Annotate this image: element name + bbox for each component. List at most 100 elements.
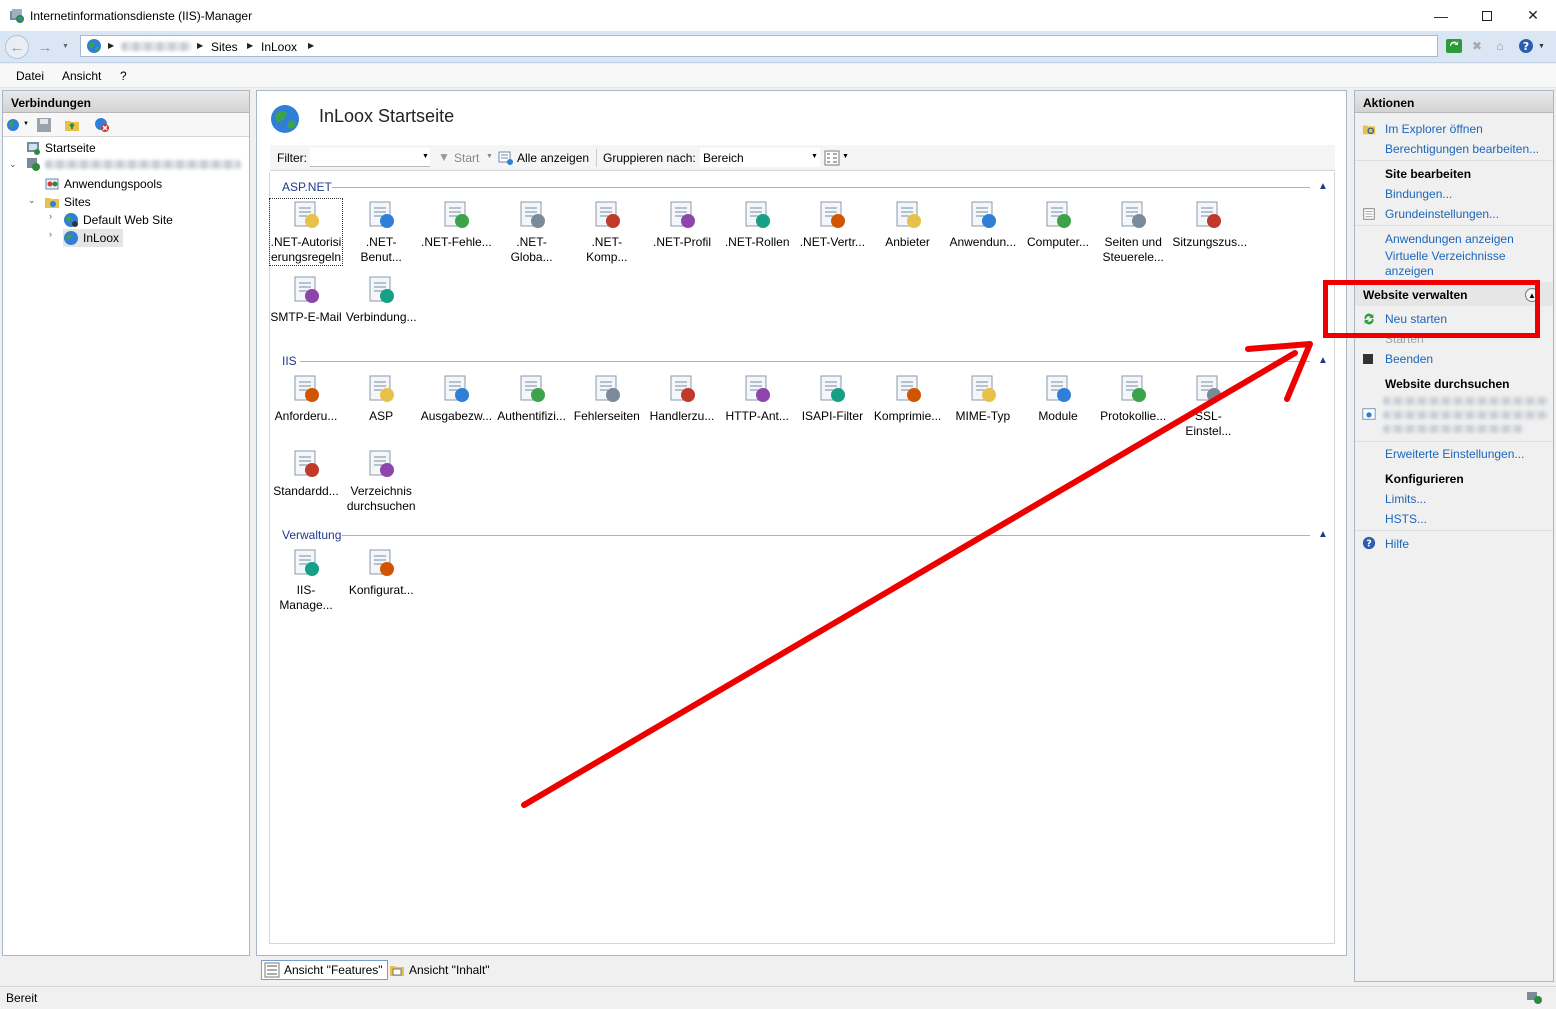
show-all-button[interactable]: Alle anzeigen xyxy=(517,151,589,165)
group-by-label: Gruppieren nach: xyxy=(603,151,696,165)
group-by-select[interactable]: Bereich ▼ xyxy=(700,148,820,167)
stop-button[interactable]: ✖ xyxy=(1467,36,1487,56)
action-explore[interactable]: Im Explorer öffnen xyxy=(1385,122,1483,136)
history-dropdown-icon[interactable]: ▼ xyxy=(62,43,69,50)
action-bindings[interactable]: Bindungen... xyxy=(1385,187,1452,201)
tree-item-app-pools[interactable]: Anwendungspools xyxy=(44,175,162,193)
refresh-button[interactable] xyxy=(1444,36,1464,56)
feature-tile[interactable]: ASP xyxy=(345,373,417,424)
save-icon[interactable] xyxy=(36,117,52,133)
feature-tile[interactable]: .NET-Benut... xyxy=(345,199,417,265)
feature-tile[interactable]: Module xyxy=(1022,373,1094,424)
start-filter-button[interactable]: Start xyxy=(454,151,479,165)
tree-item-inloox[interactable]: InLoox xyxy=(63,229,124,247)
action-view-vdirs[interactable]: Virtuelle Verzeichnisse xyxy=(1385,249,1506,263)
help-dropdown-icon[interactable]: ▼ xyxy=(1538,43,1545,50)
start-dropdown-icon[interactable]: ▼ xyxy=(486,153,493,160)
feature-label: .NET-Komp... xyxy=(586,235,628,264)
feature-tile[interactable]: Handlerzu... xyxy=(646,373,718,424)
feature-tile[interactable]: SSL-Einstel... xyxy=(1172,373,1244,439)
action-advanced-settings[interactable]: Erweiterte Einstellungen... xyxy=(1385,447,1524,461)
menu-ansicht[interactable]: Ansicht xyxy=(62,69,101,83)
view-mode-icon[interactable] xyxy=(824,150,840,166)
action-limits[interactable]: Limits... xyxy=(1385,492,1426,506)
feature-tile[interactable]: ISAPI-Filter xyxy=(796,373,868,424)
action-hsts[interactable]: HSTS... xyxy=(1385,512,1427,526)
minimize-button[interactable]: — xyxy=(1418,0,1464,31)
feature-tile[interactable]: Authentifizi... xyxy=(496,373,568,424)
address-field[interactable]: ▶ ▶ Sites ▶ InLoox ▶ xyxy=(80,35,1438,57)
action-view-apps[interactable]: Anwendungen anzeigen xyxy=(1385,232,1514,246)
back-button[interactable]: ← xyxy=(5,35,29,59)
feature-tile[interactable]: Standardd... xyxy=(270,448,342,499)
feature-tile[interactable]: HTTP-Ant... xyxy=(721,373,793,424)
tab-features-view[interactable]: Ansicht "Features" xyxy=(261,960,388,980)
crumb-inloox[interactable]: InLoox xyxy=(261,40,297,54)
feature-tile[interactable]: IIS-Manage... xyxy=(270,547,342,613)
filter-input[interactable] xyxy=(310,148,430,167)
feature-tile[interactable]: Fehlerseiten xyxy=(571,373,643,424)
browse-link-blurred[interactable] xyxy=(1383,397,1549,405)
feature-tile[interactable]: Anwendun... xyxy=(947,199,1019,250)
maximize-button[interactable] xyxy=(1464,0,1510,31)
feature-tile[interactable]: .NET-Fehle... xyxy=(420,199,492,250)
collapse-group-icon[interactable]: ▲ xyxy=(1318,529,1328,540)
tree-item-server[interactable] xyxy=(25,155,241,173)
feature-tile[interactable]: Verbindung... xyxy=(345,274,417,325)
action-stop[interactable]: Beenden xyxy=(1385,352,1433,366)
view-mode-dropdown-icon[interactable]: ▼ xyxy=(842,153,849,160)
menu-help[interactable]: ? xyxy=(120,69,127,83)
connect-dropdown-icon[interactable]: ▼ xyxy=(23,121,29,127)
action-permissions[interactable]: Berechtigungen bearbeiten... xyxy=(1385,142,1539,156)
forward-button[interactable]: → xyxy=(33,35,57,59)
feature-tile[interactable]: Komprimie... xyxy=(872,373,944,424)
collapse-group-icon[interactable]: ▲ xyxy=(1318,355,1328,366)
feature-tile[interactable]: Anbieter xyxy=(872,199,944,250)
crumb-server-blurred[interactable] xyxy=(121,42,191,51)
tree-expander-icon[interactable]: › xyxy=(49,229,52,239)
browse-link-blurred[interactable] xyxy=(1383,411,1549,419)
actions-separator xyxy=(1355,225,1553,226)
connect-icon[interactable] xyxy=(6,117,22,133)
tree-item-default-site[interactable]: Default Web Site xyxy=(63,211,173,229)
close-button[interactable]: ✕ xyxy=(1510,0,1556,31)
feature-tile[interactable]: .NET-Rollen xyxy=(721,199,793,250)
feature-tile[interactable]: Ausgabezw... xyxy=(420,373,492,424)
feature-tile[interactable]: Verzeichnis durchsuchen xyxy=(345,448,417,514)
actions-panel: Aktionen Im Explorer öffnen Berechtigung… xyxy=(1354,90,1554,982)
stop-icon xyxy=(1363,354,1373,364)
feature-tile[interactable]: .NET-Vertr... xyxy=(796,199,868,250)
feature-tile[interactable]: Protokollie... xyxy=(1097,373,1169,424)
feature-tile[interactable]: .NET-Profil xyxy=(646,199,718,250)
disconnect-icon[interactable] xyxy=(94,117,110,133)
tree-expander-icon[interactable]: ⌄ xyxy=(9,159,17,170)
feature-tile[interactable]: .NET-Globa... xyxy=(496,199,568,265)
up-folder-icon[interactable] xyxy=(64,117,80,133)
collapse-group-icon[interactable]: ▲ xyxy=(1318,181,1328,192)
action-basic-settings[interactable]: Grundeinstellungen... xyxy=(1385,207,1499,221)
browse-link-blurred[interactable] xyxy=(1383,425,1523,433)
tree-expander-icon[interactable]: ⌄ xyxy=(28,195,36,206)
feature-tile[interactable]: Computer... xyxy=(1022,199,1094,250)
feature-label: Anforderu... xyxy=(274,409,338,423)
feature-tile[interactable]: Konfigurat... xyxy=(345,547,417,598)
tree-expander-icon[interactable]: › xyxy=(49,211,52,221)
action-help[interactable]: Hilfe xyxy=(1385,537,1409,551)
filter-dropdown-icon[interactable]: ▼ xyxy=(422,153,429,160)
feature-icon xyxy=(595,375,620,402)
crumb-sites[interactable]: Sites xyxy=(211,40,238,54)
tab-content-view[interactable]: Ansicht "Inhalt" xyxy=(387,960,494,980)
feature-tile[interactable]: Sitzungszus... xyxy=(1172,199,1247,250)
feature-tile[interactable]: Anforderu... xyxy=(270,373,342,424)
feature-tile[interactable]: MIME-Typ xyxy=(947,373,1019,424)
menu-datei[interactable]: Datei xyxy=(16,69,44,83)
feature-tile[interactable]: Seiten und Steuerele... xyxy=(1097,199,1169,265)
view-tabs: Ansicht "Features" Ansicht "Inhalt" xyxy=(256,957,1347,983)
tree-item-sites[interactable]: Sites xyxy=(44,193,91,211)
action-view-vdirs-line2[interactable]: anzeigen xyxy=(1385,264,1434,278)
feature-tile[interactable]: .NET-Autorisi erungsregeln xyxy=(269,198,343,266)
feature-tile[interactable]: .NET-Komp... xyxy=(571,199,643,265)
help-button[interactable]: ? xyxy=(1516,36,1536,56)
home-button[interactable]: ⌂ xyxy=(1490,36,1510,56)
feature-tile[interactable]: SMTP-E-Mail xyxy=(270,274,342,325)
